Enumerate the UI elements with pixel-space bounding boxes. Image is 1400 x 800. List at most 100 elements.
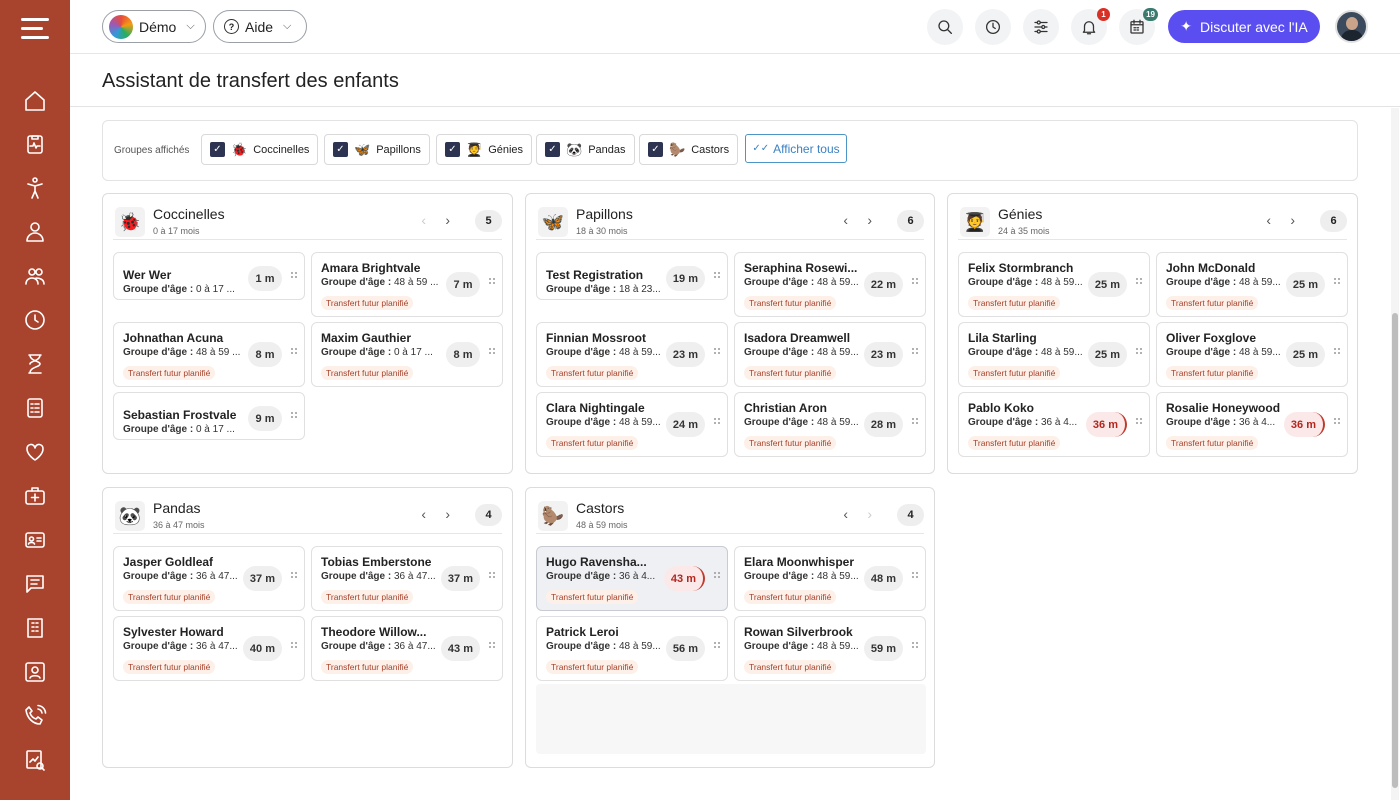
filter-genies[interactable]: ✓ 🧑‍🎓 Génies xyxy=(436,134,533,165)
child-card[interactable]: Test Registration Groupe d'âge : 18 à 23… xyxy=(536,252,728,300)
heart-icon[interactable] xyxy=(22,439,48,465)
filter-coccinelles[interactable]: ✓ 🐞 Coccinelles xyxy=(201,134,319,165)
drag-handle-icon[interactable] xyxy=(1334,348,1340,358)
drag-handle-icon[interactable] xyxy=(1136,348,1142,358)
avatar[interactable] xyxy=(1335,10,1368,43)
next-page-icon[interactable]: › xyxy=(867,212,872,228)
prev-page-icon[interactable]: ‹ xyxy=(843,212,848,228)
next-page-icon[interactable]: › xyxy=(445,506,450,522)
drag-handle-icon[interactable] xyxy=(714,418,720,428)
calendar-button[interactable]: 19 xyxy=(1119,8,1158,45)
help-menu[interactable]: ? Aide ⌵ xyxy=(213,10,307,43)
filters-button[interactable] xyxy=(1023,9,1059,45)
menu-icon[interactable] xyxy=(21,18,49,42)
filter-pandas[interactable]: ✓ 🐼 Pandas xyxy=(536,134,635,165)
drag-handle-icon[interactable] xyxy=(912,348,918,358)
child-card[interactable]: John McDonald Groupe d'âge : 48 à 59... … xyxy=(1156,252,1348,317)
drag-handle-icon[interactable] xyxy=(291,272,297,282)
next-page-icon[interactable]: › xyxy=(867,506,872,522)
drag-handle-icon[interactable] xyxy=(1136,278,1142,288)
drag-handle-icon[interactable] xyxy=(1334,278,1340,288)
drag-handle-icon[interactable] xyxy=(291,642,297,652)
child-card[interactable]: Isadora Dreamwell Groupe d'âge : 48 à 59… xyxy=(734,322,926,387)
prev-page-icon[interactable]: ‹ xyxy=(421,506,426,522)
child-card[interactable]: Amara Brightvale Groupe d'âge : 48 à 59 … xyxy=(311,252,503,317)
child-card[interactable]: Jasper Goldleaf Groupe d'âge : 36 à 47..… xyxy=(113,546,305,611)
drag-handle-icon[interactable] xyxy=(714,642,720,652)
child-card[interactable]: Pablo Koko Groupe d'âge : 36 à 4... Tran… xyxy=(958,392,1150,457)
history-button[interactable] xyxy=(975,9,1011,45)
building-icon[interactable] xyxy=(22,615,48,641)
child-card[interactable]: Christian Aron Groupe d'âge : 48 à 59...… xyxy=(734,392,926,457)
drag-handle-icon[interactable] xyxy=(714,572,720,582)
child-card[interactable]: Wer Wer Groupe d'âge : 0 à 17 ... 1 m xyxy=(113,252,305,300)
age-group-value: 48 à 59... xyxy=(1238,277,1281,288)
clock-icon[interactable] xyxy=(22,307,48,333)
show-all-button[interactable]: ✓✓ Afficher tous xyxy=(745,134,847,163)
drag-handle-icon[interactable] xyxy=(714,348,720,358)
drag-handle-icon[interactable] xyxy=(489,642,495,652)
chat-icon[interactable] xyxy=(22,571,48,597)
contact-icon[interactable] xyxy=(22,659,48,685)
drag-handle-icon[interactable] xyxy=(489,278,495,288)
child-card[interactable]: Tobias Emberstone Groupe d'âge : 36 à 47… xyxy=(311,546,503,611)
drag-handle-icon[interactable] xyxy=(291,572,297,582)
filter-papillons[interactable]: ✓ 🦋 Papillons xyxy=(324,134,430,165)
prev-page-icon[interactable]: ‹ xyxy=(1266,212,1271,228)
prev-page-icon[interactable]: ‹ xyxy=(421,212,426,228)
scrollbar-thumb[interactable] xyxy=(1392,313,1398,788)
child-card[interactable]: Oliver Foxglove Groupe d'âge : 48 à 59..… xyxy=(1156,322,1348,387)
child-card[interactable]: Theodore Willow... Groupe d'âge : 36 à 4… xyxy=(311,616,503,681)
drop-zone[interactable] xyxy=(536,684,926,754)
prev-page-icon[interactable]: ‹ xyxy=(843,506,848,522)
phone-icon[interactable] xyxy=(22,703,48,729)
next-page-icon[interactable]: › xyxy=(445,212,450,228)
child-icon[interactable] xyxy=(22,175,48,201)
group-header: 🧑‍🎓 Génies 24 à 35 mois ‹ › 6 xyxy=(958,204,1347,240)
child-card[interactable]: Hugo Ravensha... Groupe d'âge : 36 à 4..… xyxy=(536,546,728,611)
child-card[interactable]: Finnian Mossroot Groupe d'âge : 48 à 59.… xyxy=(536,322,728,387)
child-card[interactable]: Seraphina Rosewi... Groupe d'âge : 48 à … xyxy=(734,252,926,317)
drag-handle-icon[interactable] xyxy=(912,572,918,582)
drag-handle-icon[interactable] xyxy=(912,418,918,428)
child-card[interactable]: Clara Nightingale Groupe d'âge : 48 à 59… xyxy=(536,392,728,457)
hourglass-icon[interactable] xyxy=(22,351,48,377)
users-icon[interactable] xyxy=(22,263,48,289)
clipboard-health-icon[interactable] xyxy=(22,131,48,157)
staff-icon[interactable] xyxy=(22,219,48,245)
next-page-icon[interactable]: › xyxy=(1290,212,1295,228)
analytics-icon[interactable] xyxy=(22,747,48,773)
filter-castors[interactable]: ✓ 🦫 Castors xyxy=(639,134,739,165)
child-card[interactable]: Patrick Leroi Groupe d'âge : 48 à 59... … xyxy=(536,616,728,681)
child-card[interactable]: Rosalie Honeywood Groupe d'âge : 36 à 4.… xyxy=(1156,392,1348,457)
child-card[interactable]: Johnathan Acuna Groupe d'âge : 48 à 59 .… xyxy=(113,322,305,387)
child-age-group: Groupe d'âge : 48 à 59... xyxy=(744,277,866,288)
child-card[interactable]: Elara Moonwhisper Groupe d'âge : 48 à 59… xyxy=(734,546,926,611)
child-card[interactable]: Maxim Gauthier Groupe d'âge : 0 à 17 ...… xyxy=(311,322,503,387)
future-transfer-badge: Transfert futur planifié xyxy=(1166,436,1259,450)
child-card[interactable]: Lila Starling Groupe d'âge : 48 à 59... … xyxy=(958,322,1150,387)
drag-handle-icon[interactable] xyxy=(489,348,495,358)
child-card[interactable]: Rowan Silverbrook Groupe d'âge : 48 à 59… xyxy=(734,616,926,681)
medical-kit-icon[interactable] xyxy=(22,483,48,509)
drag-handle-icon[interactable] xyxy=(489,572,495,582)
child-name: John McDonald xyxy=(1166,261,1256,275)
child-card[interactable]: Sebastian Frostvale Groupe d'âge : 0 à 1… xyxy=(113,392,305,440)
ai-chat-button[interactable]: ✦ Discuter avec l'IA xyxy=(1168,10,1320,43)
drag-handle-icon[interactable] xyxy=(1136,418,1142,428)
time-in-group-badge: 8 m xyxy=(248,342,282,367)
drag-handle-icon[interactable] xyxy=(714,272,720,282)
workspace-selector[interactable]: Démo ⌵ xyxy=(102,10,206,43)
child-card[interactable]: Felix Stormbranch Groupe d'âge : 48 à 59… xyxy=(958,252,1150,317)
report-icon[interactable] xyxy=(22,395,48,421)
drag-handle-icon[interactable] xyxy=(291,412,297,422)
child-card[interactable]: Sylvester Howard Groupe d'âge : 36 à 47.… xyxy=(113,616,305,681)
id-card-icon[interactable] xyxy=(22,527,48,553)
home-icon[interactable] xyxy=(22,88,48,114)
drag-handle-icon[interactable] xyxy=(291,348,297,358)
drag-handle-icon[interactable] xyxy=(1334,418,1340,428)
drag-handle-icon[interactable] xyxy=(912,642,918,652)
search-button[interactable] xyxy=(927,9,963,45)
notifications-button[interactable]: 1 xyxy=(1071,8,1110,45)
drag-handle-icon[interactable] xyxy=(912,278,918,288)
